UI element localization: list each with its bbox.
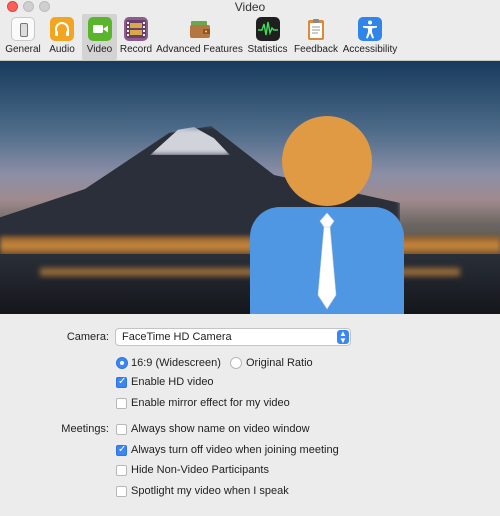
spotlight-label: Spotlight my video when I speak — [131, 485, 289, 497]
mirror-label: Enable mirror effect for my video — [131, 397, 290, 409]
title-bar: Video — [0, 0, 500, 14]
video-settings-window: Video General Audio Video Record Advance… — [0, 0, 500, 516]
aspect-original-label: Original Ratio — [246, 357, 313, 369]
waveform-icon — [255, 17, 280, 41]
tab-statistics-label: Statistics — [247, 44, 288, 55]
video-preview — [0, 61, 500, 314]
tab-feedback[interactable]: Feedback — [292, 14, 340, 60]
mirror-checkbox[interactable] — [116, 398, 127, 409]
meetings-label: Meetings: — [61, 423, 109, 435]
hide-non-video-checkbox[interactable] — [116, 465, 127, 476]
tab-record-label: Record — [119, 44, 153, 55]
video-camera-icon — [87, 17, 112, 41]
tab-feedback-label: Feedback — [294, 44, 338, 55]
show-name-checkbox[interactable] — [116, 424, 127, 435]
camera-select[interactable]: FaceTime HD Camera ▲ ▼ — [115, 328, 351, 346]
tab-video-label: Video — [86, 44, 113, 55]
tab-accessibility-label: Accessibility — [342, 44, 398, 55]
chevron-updown-icon: ▲ ▼ — [337, 330, 349, 345]
turn-off-video-label: Always turn off video when joining meeti… — [131, 444, 339, 456]
spotlight-checkbox[interactable] — [116, 486, 127, 497]
enable-hd-label: Enable HD video — [131, 376, 214, 388]
window-title: Video — [234, 0, 266, 14]
tab-record[interactable]: Record — [118, 14, 154, 60]
switch-icon — [11, 17, 35, 41]
wallet-icon — [188, 17, 212, 41]
tab-general[interactable]: General — [2, 14, 44, 60]
aspect-widescreen-label: 16:9 (Widescreen) — [131, 357, 221, 369]
film-icon — [124, 17, 148, 41]
tab-audio[interactable]: Audio — [44, 14, 80, 60]
tab-advanced-features[interactable]: Advanced Features — [156, 14, 243, 60]
camera-label: Camera: — [66, 331, 109, 343]
aspect-widescreen-radio[interactable] — [116, 357, 128, 369]
tab-video[interactable]: Video — [82, 14, 117, 60]
turn-off-video-checkbox[interactable] — [116, 444, 127, 456]
tab-audio-label: Audio — [49, 44, 75, 55]
preferences-toolbar: General Audio Video Record Advanced Feat — [0, 14, 500, 60]
aspect-original-radio[interactable] — [230, 357, 242, 369]
hide-non-video-label: Hide Non-Video Participants — [131, 464, 269, 476]
enable-hd-checkbox[interactable] — [116, 376, 127, 388]
tab-accessibility[interactable]: Accessibility — [341, 14, 399, 60]
avatar-tie — [317, 213, 337, 310]
clipboard-icon — [304, 17, 328, 41]
show-name-label: Always show name on video window — [131, 423, 310, 435]
tab-statistics[interactable]: Statistics — [245, 14, 290, 60]
tab-advanced-features-label: Advanced Features — [156, 44, 243, 55]
camera-select-value: FaceTime HD Camera — [122, 331, 232, 343]
tab-general-label: General — [5, 44, 41, 55]
avatar-head — [282, 116, 372, 206]
headphones-icon — [50, 17, 74, 41]
accessibility-icon — [358, 17, 382, 41]
